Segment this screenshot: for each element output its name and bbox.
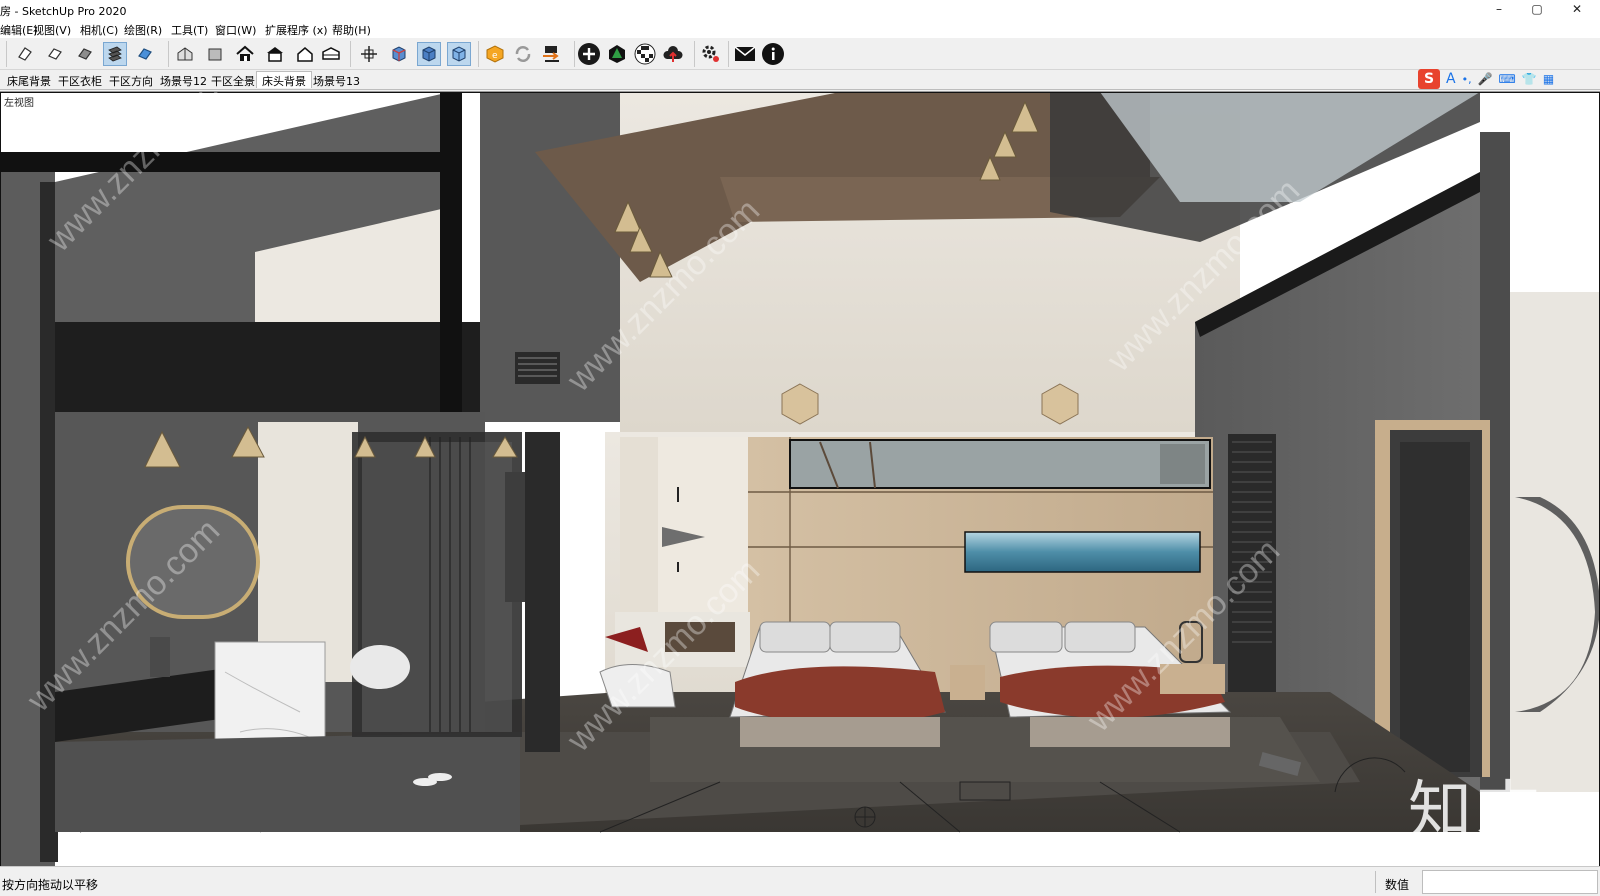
menu-window[interactable]: 窗口(W) bbox=[215, 22, 256, 38]
status-bar: 按方向拖动以平移 数值 bbox=[0, 866, 1600, 896]
toolbar-group-settings bbox=[694, 41, 726, 67]
measurements-input[interactable] bbox=[1422, 870, 1598, 894]
extension-icon[interactable]: e bbox=[483, 42, 507, 66]
ime-voice-icon[interactable]: 🎤 bbox=[1478, 72, 1493, 86]
ime-punct-toggle[interactable]: •, bbox=[1462, 73, 1472, 86]
transfer-icon[interactable] bbox=[539, 42, 563, 66]
menu-view[interactable]: 视图(V) bbox=[33, 22, 71, 38]
ime-logo[interactable]: S bbox=[1418, 69, 1440, 89]
tab-scene-bed-head[interactable]: 床头背景 bbox=[256, 71, 312, 88]
ime-skin-icon[interactable]: 👕 bbox=[1522, 72, 1537, 86]
house-iso-icon[interactable] bbox=[173, 42, 197, 66]
menu-draw[interactable]: 绘图(R) bbox=[124, 22, 162, 38]
xray-icon[interactable] bbox=[387, 42, 411, 66]
top-view-icon[interactable] bbox=[319, 42, 343, 66]
eraser-icon[interactable] bbox=[43, 42, 67, 66]
mail-icon[interactable] bbox=[733, 42, 757, 66]
window-title: 房 - SketchUp Pro 2020 bbox=[0, 5, 127, 18]
back-view-icon[interactable] bbox=[263, 42, 287, 66]
menu-camera[interactable]: 相机(C) bbox=[80, 22, 118, 38]
title-bar: 房 - SketchUp Pro 2020 – ▢ ✕ bbox=[0, 0, 1600, 20]
bedroom-scene bbox=[0, 92, 1600, 866]
tab-scene-bed-end[interactable]: 床尾背景 bbox=[2, 72, 56, 89]
tab-scene-dry-direction[interactable]: 干区方向 bbox=[104, 72, 158, 89]
toolbar-group-help bbox=[728, 41, 792, 67]
menu-edit[interactable]: 编辑(E) bbox=[0, 22, 38, 38]
close-button[interactable]: ✕ bbox=[1554, 0, 1600, 20]
refresh-icon[interactable] bbox=[511, 42, 535, 66]
info-icon[interactable] bbox=[761, 42, 785, 66]
cloud-upload-icon[interactable] bbox=[661, 42, 685, 66]
wireframe-icon[interactable] bbox=[447, 42, 471, 66]
paint-icon[interactable] bbox=[73, 42, 97, 66]
menu-help[interactable]: 帮助(H) bbox=[332, 22, 371, 38]
scene-tabs: 床尾背景 干区衣柜 干区方向 场景号12 干区全景 床头背景 场景号13 bbox=[0, 70, 1600, 90]
menu-bar: 编辑(E) 视图(V) 相机(C) 绘图(R) 工具(T) 窗口(W) 扩展程序… bbox=[0, 20, 1600, 38]
tree-icon[interactable] bbox=[605, 42, 629, 66]
home-icon[interactable] bbox=[233, 42, 257, 66]
settings-icon[interactable] bbox=[699, 42, 723, 66]
shaded-icon[interactable] bbox=[417, 42, 441, 66]
toolbar-group-tools bbox=[574, 41, 690, 67]
front-view-icon[interactable] bbox=[203, 42, 227, 66]
status-separator bbox=[1375, 871, 1376, 893]
add-icon[interactable] bbox=[577, 42, 601, 66]
ime-menu-icon[interactable]: ▦ bbox=[1543, 72, 1554, 86]
tab-scene-12[interactable]: 场景号12 bbox=[155, 72, 212, 89]
toolbar-group-styles bbox=[350, 41, 472, 67]
menu-extensions[interactable]: 扩展程序 (x) bbox=[265, 22, 328, 38]
menu-tools[interactable]: 工具(T) bbox=[171, 22, 208, 38]
status-hint: 按方向拖动以平移 bbox=[2, 878, 99, 892]
materials-icon[interactable] bbox=[133, 42, 157, 66]
camera-view-label: 左视图 bbox=[4, 98, 34, 109]
svg-text:e: e bbox=[492, 51, 498, 61]
ime-keyboard-icon[interactable]: ⌨ bbox=[1499, 72, 1516, 86]
toolbar-group-extensions: e bbox=[478, 41, 570, 67]
select-icon[interactable] bbox=[13, 42, 37, 66]
checker-icon[interactable] bbox=[633, 42, 657, 66]
section-plane-icon[interactable] bbox=[357, 42, 381, 66]
ime-toolbar: S A •, 🎤 ⌨ 👕 ▦ bbox=[1418, 68, 1554, 90]
main-toolbar: e bbox=[0, 38, 1600, 70]
toolbar-group-edit bbox=[6, 41, 164, 67]
tab-scene-dry-overview[interactable]: 干区全景 bbox=[206, 72, 260, 89]
side-view-icon[interactable] bbox=[293, 42, 317, 66]
measurements-label: 数值 bbox=[1385, 878, 1410, 892]
toolbar-group-views bbox=[168, 41, 344, 67]
tab-scene-dry-wardrobe[interactable]: 干区衣柜 bbox=[53, 72, 107, 89]
tab-scene-13[interactable]: 场景号13 bbox=[308, 72, 365, 89]
ime-lang-toggle[interactable]: A bbox=[1446, 71, 1456, 87]
model-viewport[interactable]: www.znzmo.com www.znzmo.com www.znzmo.co… bbox=[0, 91, 1600, 866]
layers-icon[interactable] bbox=[103, 42, 127, 66]
